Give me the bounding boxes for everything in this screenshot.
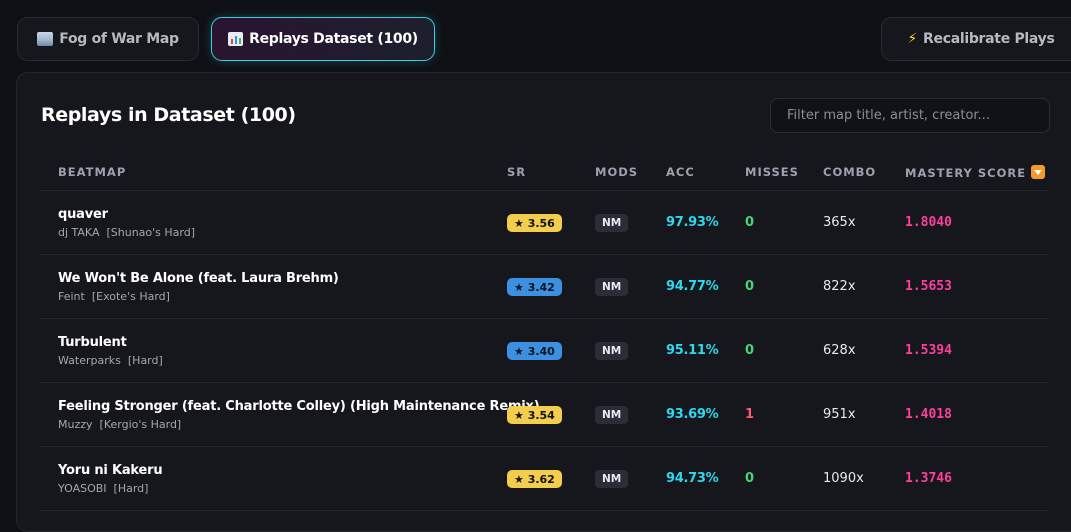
beatmap-difficulty: [Hard] bbox=[127, 354, 163, 367]
misses-value: 0 bbox=[745, 215, 755, 230]
map-icon bbox=[37, 32, 54, 46]
mastery-score-value: 1.8040 bbox=[905, 215, 952, 230]
mastery-score-value: 1.5394 bbox=[905, 343, 952, 358]
table-row[interactable]: Turbulent Waterparks [Hard] ★ 3.40 NM 95.… bbox=[41, 319, 1049, 383]
mods-badge: NM bbox=[595, 342, 629, 360]
tab-replays-dataset-label: Replays Dataset (100) bbox=[249, 31, 418, 47]
misses-value: 1 bbox=[745, 407, 755, 422]
beatmap-artist: Waterparks bbox=[58, 354, 121, 367]
star-rating-badge: ★ 3.62 bbox=[507, 470, 562, 488]
beatmap-title: Feeling Stronger (feat. Charlotte Colley… bbox=[58, 399, 540, 414]
misses-value: 0 bbox=[745, 343, 755, 358]
accuracy-value: 95.11% bbox=[666, 343, 719, 358]
accuracy-value: 97.93% bbox=[666, 215, 719, 230]
table-row[interactable]: Yoru ni Kakeru YOASOBI [Hard] ★ 3.62 NM 9… bbox=[41, 447, 1049, 511]
combo-value: 1090x bbox=[823, 471, 864, 486]
beatmap-subtitle: dj TAKA [Shunao's Hard] bbox=[58, 226, 195, 239]
replays-panel: Replays in Dataset (100) BEATMAP SR MODS… bbox=[16, 72, 1071, 532]
beatmap-difficulty: [Hard] bbox=[113, 482, 149, 495]
beatmap-difficulty: [Shunao's Hard] bbox=[106, 226, 196, 239]
mods-badge: NM bbox=[595, 278, 629, 296]
column-header-beatmap[interactable]: BEATMAP bbox=[58, 165, 126, 179]
column-header-mastery-label: MASTERY SCORE bbox=[905, 166, 1027, 180]
beatmap-difficulty: [Kergio's Hard] bbox=[99, 418, 182, 431]
beatmap-subtitle: Waterparks [Hard] bbox=[58, 354, 163, 367]
column-header-mastery-score[interactable]: MASTERY SCORE bbox=[905, 165, 1046, 180]
panel-title: Replays in Dataset (100) bbox=[41, 104, 296, 126]
mods-badge: NM bbox=[595, 470, 629, 488]
tab-fog-of-war-map[interactable]: Fog of War Map bbox=[17, 17, 199, 61]
beatmap-difficulty: [Exote's Hard] bbox=[91, 290, 170, 303]
misses-value: 0 bbox=[745, 471, 755, 486]
combo-value: 365x bbox=[823, 215, 856, 230]
mastery-score-value: 1.5653 bbox=[905, 279, 952, 294]
replays-table-body: quaver dj TAKA [Shunao's Hard] ★ 3.56 NM … bbox=[41, 191, 1049, 511]
recalibrate-plays-button[interactable]: ⚡ Recalibrate Plays bbox=[881, 17, 1071, 61]
beatmap-title: We Won't Be Alone (feat. Laura Brehm) bbox=[58, 271, 339, 286]
filter-input[interactable] bbox=[770, 98, 1050, 133]
tab-fog-of-war-map-label: Fog of War Map bbox=[59, 31, 179, 47]
table-row[interactable]: Feeling Stronger (feat. Charlotte Colley… bbox=[41, 383, 1049, 447]
combo-value: 628x bbox=[823, 343, 856, 358]
beatmap-subtitle: Feint [Exote's Hard] bbox=[58, 290, 170, 303]
column-header-combo[interactable]: COMBO bbox=[823, 165, 876, 179]
beatmap-subtitle: YOASOBI [Hard] bbox=[58, 482, 148, 495]
table-row[interactable]: quaver dj TAKA [Shunao's Hard] ★ 3.56 NM … bbox=[41, 191, 1049, 255]
beatmap-artist: Feint bbox=[58, 290, 85, 303]
mods-badge: NM bbox=[595, 214, 629, 232]
beatmap-title: Turbulent bbox=[58, 335, 127, 350]
combo-value: 822x bbox=[823, 279, 856, 294]
beatmap-title: quaver bbox=[58, 207, 108, 222]
table-row[interactable]: We Won't Be Alone (feat. Laura Brehm) Fe… bbox=[41, 255, 1049, 319]
top-navigation: Fog of War Map Replays Dataset (100) ⚡ R… bbox=[0, 0, 1071, 70]
column-header-misses[interactable]: MISSES bbox=[745, 165, 799, 179]
beatmap-title: Yoru ni Kakeru bbox=[58, 463, 163, 478]
tab-replays-dataset[interactable]: Replays Dataset (100) bbox=[211, 17, 435, 61]
star-rating-badge: ★ 3.40 bbox=[507, 342, 562, 360]
mastery-score-value: 1.3746 bbox=[905, 471, 952, 486]
recalibrate-plays-label: Recalibrate Plays bbox=[923, 31, 1055, 47]
star-rating-badge: ★ 3.54 bbox=[507, 406, 562, 424]
accuracy-value: 93.69% bbox=[666, 407, 719, 422]
misses-value: 0 bbox=[745, 279, 755, 294]
mastery-score-value: 1.4018 bbox=[905, 407, 952, 422]
sort-down-icon bbox=[1031, 165, 1046, 179]
star-rating-badge: ★ 3.56 bbox=[507, 214, 562, 232]
column-header-mods[interactable]: MODS bbox=[595, 165, 638, 179]
combo-value: 951x bbox=[823, 407, 856, 422]
accuracy-value: 94.77% bbox=[666, 279, 719, 294]
column-header-sr[interactable]: SR bbox=[507, 165, 526, 179]
column-header-acc[interactable]: ACC bbox=[666, 165, 695, 179]
beatmap-artist: dj TAKA bbox=[58, 226, 100, 239]
table-header: BEATMAP SR MODS ACC MISSES COMBO MASTERY… bbox=[41, 153, 1049, 191]
accuracy-value: 94.73% bbox=[666, 471, 719, 486]
beatmap-artist: YOASOBI bbox=[58, 482, 107, 495]
lightning-bolt-icon: ⚡ bbox=[907, 31, 918, 47]
beatmap-artist: Muzzy bbox=[58, 418, 93, 431]
beatmap-subtitle: Muzzy [Kergio's Hard] bbox=[58, 418, 181, 431]
star-rating-badge: ★ 3.42 bbox=[507, 278, 562, 296]
bar-chart-icon bbox=[228, 32, 244, 46]
mods-badge: NM bbox=[595, 406, 629, 424]
